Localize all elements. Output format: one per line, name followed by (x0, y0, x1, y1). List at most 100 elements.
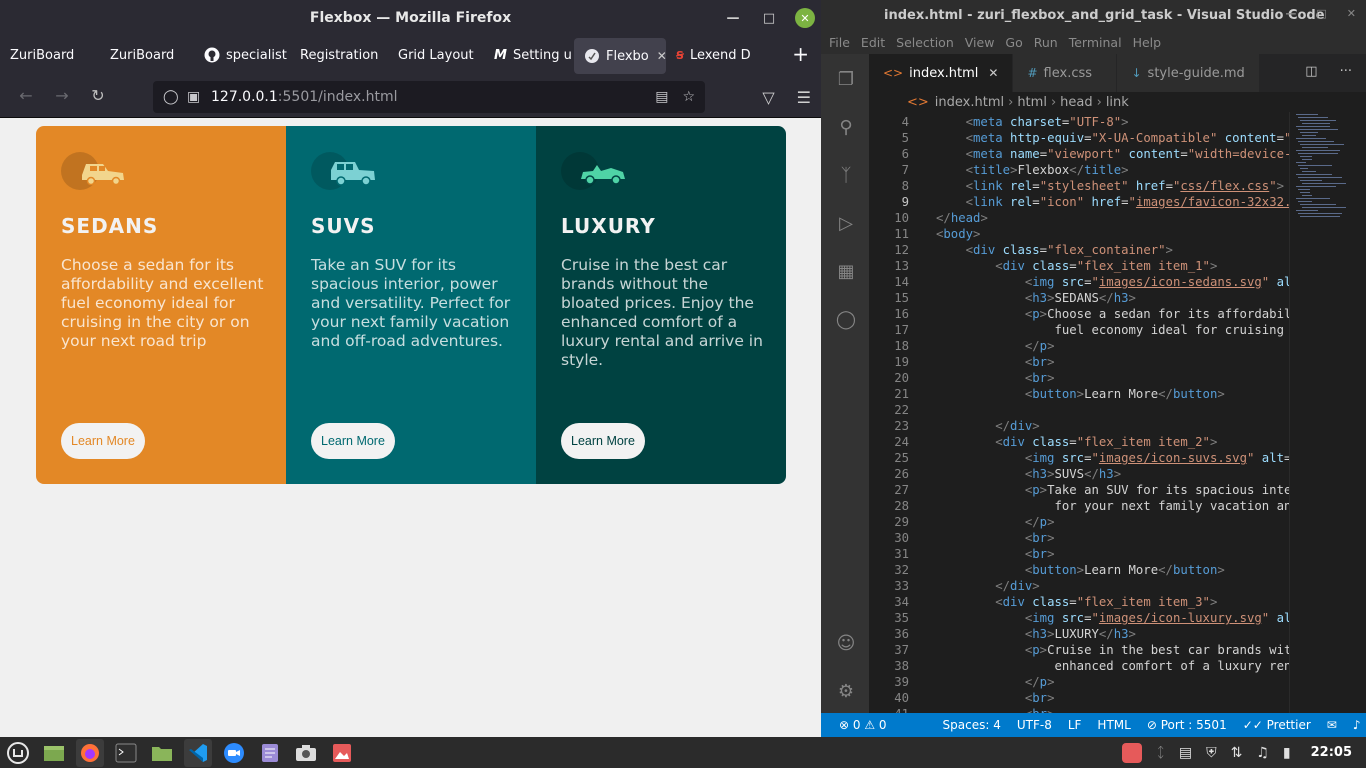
bookmark-star-icon[interactable]: ☆ (682, 89, 695, 105)
code-line[interactable]: <div class="flex_item item_3"> (936, 595, 1217, 609)
breadcrumb-item[interactable]: html (1017, 95, 1047, 110)
learn-more-button[interactable]: Learn More (311, 423, 395, 459)
code-line[interactable]: <img src="images/icon-suvs.svg" alt=""> (936, 451, 1289, 465)
search-icon[interactable]: ⚲ (833, 114, 859, 140)
close-button[interactable]: ✕ (795, 8, 815, 28)
menu-file[interactable]: File (829, 35, 850, 50)
tab-index-html[interactable]: <> index.html ✕ (869, 54, 1014, 92)
code-line[interactable]: for your next family vacation and off (936, 499, 1289, 513)
battery-icon[interactable]: ▮ (1283, 745, 1291, 761)
account-icon[interactable]: ☺ (833, 630, 859, 656)
menu-run[interactable]: Run (1034, 35, 1058, 50)
tab-setting-up[interactable]: M Setting u (484, 37, 574, 73)
code-line[interactable]: </div> (936, 579, 1039, 593)
tab-zuriboard-1[interactable]: ZuriBoard (0, 37, 96, 73)
prettier-indicator[interactable]: ✓✓ Prettier (1243, 718, 1311, 732)
code-line[interactable]: <p>Cruise in the best car brands without… (936, 643, 1289, 657)
tab-style-guide-md[interactable]: ↓ style-guide.md (1117, 54, 1260, 92)
reload-icon[interactable]: ↻ (80, 80, 116, 112)
code-line[interactable]: <title>Flexbox</title> (936, 163, 1129, 177)
code-line[interactable]: <div class="flex_item item_2"> (936, 435, 1217, 449)
breadcrumb-item[interactable]: index.html (935, 95, 1004, 110)
code-line[interactable]: </head> (936, 211, 988, 225)
shield-icon[interactable]: ◯ (163, 89, 187, 105)
tab-zuriboard-2[interactable]: ZuriBoard (96, 37, 194, 73)
code-line[interactable]: </div> (936, 419, 1039, 433)
code-line[interactable]: <p>Take an SUV for its spacious interior… (936, 483, 1289, 497)
language-indicator[interactable]: HTML (1097, 718, 1130, 732)
menu-view[interactable]: View (965, 35, 995, 50)
close-tab-icon[interactable]: ✕ (657, 49, 666, 63)
code-line[interactable]: <link rel="stylesheet" href="css/flex.cs… (936, 179, 1284, 193)
page-info-icon[interactable]: ▣ (187, 89, 211, 105)
indentation-indicator[interactable]: Spaces: 4 (943, 718, 1001, 732)
code-line[interactable]: enhanced comfort of a luxury rental an (936, 659, 1289, 673)
code-line[interactable]: </p> (936, 515, 1055, 529)
run-debug-icon[interactable]: ▷ (833, 210, 859, 236)
network-icon[interactable]: ⇅ (1231, 745, 1243, 761)
code-line[interactable]: <body> (936, 227, 980, 241)
menu-edit[interactable]: Edit (861, 35, 885, 50)
new-tab-button[interactable]: + (792, 42, 809, 66)
code-line[interactable]: <img src="images/icon-sedans.svg" alt=""… (936, 275, 1289, 289)
minimize-button[interactable]: — (723, 8, 743, 28)
code-line[interactable]: <h3>SUVS</h3> (936, 467, 1121, 481)
reader-view-icon[interactable]: ▤ (655, 89, 668, 105)
learn-more-button[interactable]: Learn More (61, 423, 145, 459)
tab-flex-css[interactable]: # flex.css (1013, 54, 1118, 92)
menu-go[interactable]: Go (1005, 35, 1022, 50)
files-icon[interactable] (148, 739, 176, 767)
encoding-indicator[interactable]: UTF-8 (1017, 718, 1052, 732)
more-actions-icon[interactable]: ··· (1340, 64, 1352, 79)
eol-indicator[interactable]: LF (1068, 718, 1082, 732)
text-editor-icon[interactable] (256, 739, 284, 767)
code-editor[interactable]: 4 <meta charset="UTF-8"> 5 <meta http-equ… (869, 112, 1289, 713)
explorer-icon[interactable]: ❐ (833, 66, 859, 92)
code-line[interactable]: <br> (936, 691, 1055, 705)
live-server-port[interactable]: ⊘ Port : 5501 (1147, 718, 1227, 732)
back-arrow-icon[interactable]: ← (8, 80, 44, 112)
firefox-icon[interactable] (76, 738, 104, 767)
maximize-button[interactable]: □ (1316, 7, 1326, 20)
code-line[interactable]: fuel economy ideal for cruising in the (936, 323, 1289, 337)
minimize-button[interactable]: — (1285, 7, 1296, 20)
tab-flexbox[interactable]: Flexbo ✕ (574, 38, 666, 74)
breadcrumb-item[interactable]: head (1060, 95, 1092, 110)
code-line[interactable]: <br> (936, 371, 1055, 385)
tab-registration[interactable]: Registration (290, 37, 388, 73)
forward-arrow-icon[interactable]: → (44, 80, 80, 112)
code-line[interactable]: <button>Learn More</button> (936, 387, 1225, 401)
code-line[interactable]: <h3>LUXURY</h3> (936, 627, 1136, 641)
code-line[interactable]: <div class="flex_container"> (936, 243, 1173, 257)
hamburger-menu-icon[interactable]: ☰ (797, 88, 811, 107)
edge-devtools-icon[interactable]: ◯ (833, 306, 859, 332)
vscode-icon[interactable] (184, 738, 212, 767)
notifications-bell-icon[interactable]: ♪ (1353, 718, 1361, 732)
code-line[interactable]: </p> (936, 339, 1055, 353)
image-viewer-icon[interactable] (328, 739, 356, 767)
code-line[interactable]: <br> (936, 355, 1055, 369)
code-line[interactable]: <br> (936, 547, 1055, 561)
volume-icon[interactable]: ♫ (1256, 745, 1269, 761)
split-editor-icon[interactable]: ◫ (1305, 64, 1317, 79)
shield-tray-icon[interactable]: ⛨ (1206, 745, 1217, 761)
code-line[interactable]: <meta http-equiv="X-UA-Compatible" conte… (936, 131, 1289, 145)
pocket-icon[interactable]: ▽ (762, 88, 774, 107)
feedback-icon[interactable]: ✉ (1327, 718, 1337, 732)
clipboard-icon[interactable]: ▤ (1179, 745, 1192, 761)
breadcrumb-item[interactable]: link (1106, 95, 1129, 110)
code-line[interactable]: <p>Choose a sedan for its affordability … (936, 307, 1289, 321)
tab-grid-layout[interactable]: Grid Layout (388, 37, 484, 73)
problems-indicator[interactable]: ⊗ 0 ⚠ 0 (839, 718, 887, 732)
terminal-icon[interactable] (112, 739, 140, 767)
zoom-icon[interactable] (220, 739, 248, 767)
screenshot-icon[interactable] (292, 739, 320, 767)
show-desktop-icon[interactable] (40, 739, 68, 767)
learn-more-button[interactable]: Learn More (561, 423, 645, 459)
code-line[interactable]: <h3>SEDANS</h3> (936, 291, 1136, 305)
code-line[interactable]: <meta name="viewport" content="width=dev… (936, 147, 1289, 161)
code-line[interactable]: <br> (936, 531, 1055, 545)
settings-gear-icon[interactable]: ⚙ (833, 678, 859, 704)
close-button[interactable]: ✕ (1347, 7, 1356, 20)
maximize-button[interactable]: □ (759, 8, 779, 28)
